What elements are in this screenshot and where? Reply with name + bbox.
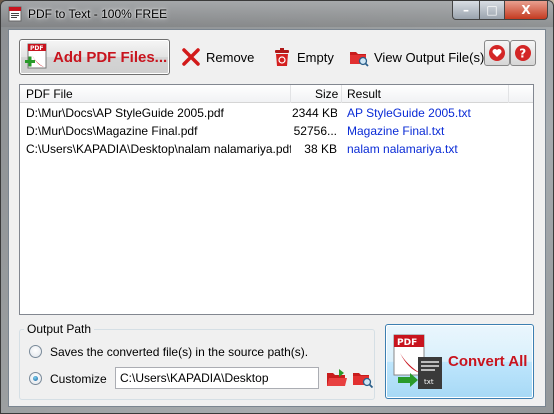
table-row[interactable]: D:\Mur\Docs\Magazine Final.pdf 52756... … [20, 122, 533, 140]
help-button[interactable]: ? [510, 40, 536, 66]
row-file-path: C:\Users\KAPADIA\Desktop\nalam nalamariy… [26, 142, 291, 156]
heart-icon [489, 45, 505, 61]
customize-option-label[interactable]: Customize [50, 372, 107, 386]
convert-all-label: Convert All [448, 353, 528, 370]
donate-button[interactable] [484, 40, 510, 66]
close-icon: X [521, 3, 531, 17]
row-result-link[interactable]: Magazine Final.txt [347, 124, 527, 138]
column-header-pdf-file[interactable]: PDF File [26, 87, 73, 101]
svg-text:PDF: PDF [30, 45, 43, 52]
help-icon: ? [515, 45, 531, 61]
red-x-icon [182, 48, 200, 66]
column-divider[interactable] [341, 85, 342, 103]
row-result-link[interactable]: AP StyleGuide 2005.txt [347, 106, 527, 120]
folder-search-icon [350, 52, 369, 67]
customize-radio[interactable] [29, 372, 42, 385]
source-path-radio[interactable] [29, 345, 42, 358]
pdf-file-list[interactable]: PDF File Size Result D:\Mur\Docs\AP Styl… [19, 84, 534, 315]
row-result-link[interactable]: nalam nalamariya.txt [347, 142, 527, 156]
table-row[interactable]: D:\Mur\Docs\AP StyleGuide 2005.pdf 2344 … [20, 104, 533, 122]
table-row[interactable]: C:\Users\KAPADIA\Desktop\nalam nalamariy… [20, 140, 533, 158]
empty-label: Empty [297, 49, 334, 65]
empty-button[interactable]: Empty [272, 44, 334, 70]
column-divider[interactable] [508, 85, 509, 103]
main-panel: PDF Add PDF Files... Remove Empty View O… [8, 29, 546, 407]
output-path-group: Output Path Saves the converted file(s) … [19, 322, 375, 400]
column-divider[interactable] [290, 85, 291, 103]
maximize-icon: □ [486, 3, 498, 17]
row-file-size: 2344 KB [292, 106, 337, 120]
svg-text:?: ? [519, 47, 526, 61]
remove-button[interactable]: Remove [181, 44, 254, 70]
output-path-input[interactable] [115, 367, 319, 389]
row-file-size: 52756... [293, 124, 337, 138]
folder-open-icon[interactable] [326, 368, 348, 388]
app-window: PDF to Text - 100% FREE – □ X PDF Add PD… [0, 0, 554, 414]
output-path-label: Output Path [24, 322, 95, 336]
view-output-files-button[interactable]: View Output File(s) [349, 44, 484, 70]
pdf-add-icon: PDF [25, 43, 47, 69]
minimize-button[interactable]: – [452, 1, 480, 20]
maximize-button[interactable]: □ [479, 1, 505, 20]
title-bar[interactable]: PDF to Text - 100% FREE – □ X [1, 1, 553, 27]
row-file-path: D:\Mur\Docs\AP StyleGuide 2005.pdf [26, 106, 224, 120]
minimize-icon: – [463, 3, 469, 17]
source-path-option-label[interactable]: Saves the converted file(s) in the sourc… [50, 345, 308, 359]
column-header-size[interactable]: Size [315, 87, 338, 101]
close-button[interactable]: X [504, 1, 548, 20]
svg-text:PDF: PDF [397, 338, 417, 348]
list-header: PDF File Size Result [20, 85, 533, 103]
window-title: PDF to Text - 100% FREE [28, 7, 168, 21]
app-icon [8, 6, 22, 22]
column-header-result[interactable]: Result [347, 87, 381, 101]
convert-all-button[interactable]: PDF txt Convert All [385, 324, 534, 399]
pdf-to-txt-icon: PDF txt [393, 334, 442, 389]
add-pdf-files-button[interactable]: PDF Add PDF Files... [19, 39, 170, 75]
row-file-path: D:\Mur\Docs\Magazine Final.pdf [26, 124, 198, 138]
row-file-size: 38 KB [304, 142, 337, 156]
add-pdf-files-label: Add PDF Files... [53, 49, 168, 66]
trash-icon [275, 48, 289, 66]
remove-label: Remove [206, 49, 255, 65]
folder-search-icon[interactable] [352, 368, 374, 388]
svg-text:txt: txt [424, 378, 434, 386]
view-output-files-label: View Output File(s) [374, 49, 485, 65]
